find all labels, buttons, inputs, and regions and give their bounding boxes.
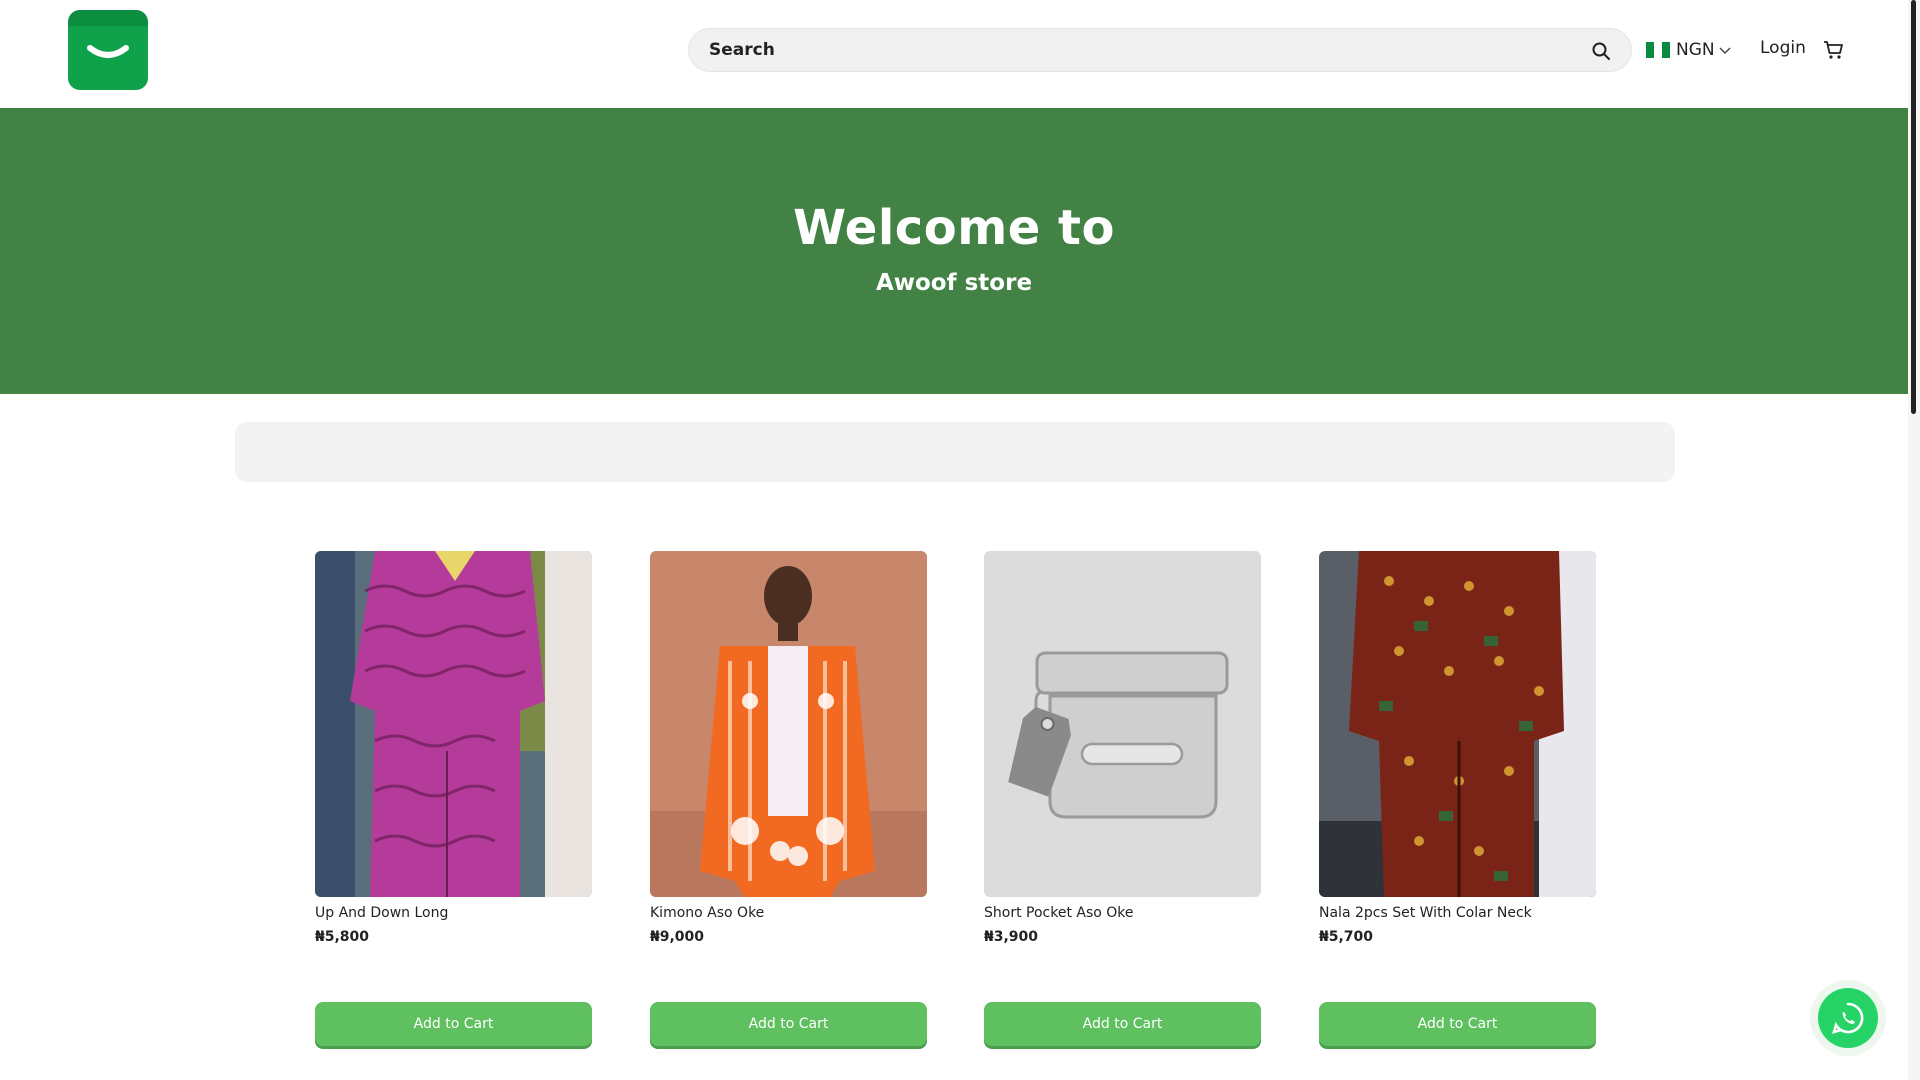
product-image[interactable] bbox=[1319, 551, 1596, 897]
page-scrollbar[interactable] bbox=[1908, 0, 1920, 1080]
product-placeholder-image[interactable] bbox=[984, 551, 1261, 897]
smile-bag-icon bbox=[87, 45, 129, 58]
product-image[interactable] bbox=[650, 551, 927, 897]
hero-title: Welcome to bbox=[793, 200, 1115, 256]
currency-selector[interactable]: NGN bbox=[1646, 38, 1731, 62]
hero-banner: Welcome to Awoof store bbox=[0, 108, 1908, 394]
product-card[interactable]: Kimono Aso Oke ₦9,000 Add to Cart bbox=[650, 551, 927, 1046]
add-to-cart-button[interactable]: Add to Cart bbox=[315, 1002, 592, 1046]
product-card[interactable]: Up And Down Long ₦5,800 Add to Cart bbox=[315, 551, 592, 1046]
product-name[interactable]: Nala 2pcs Set With Colar Neck bbox=[1319, 905, 1596, 921]
chevron-down-icon bbox=[1719, 47, 1731, 54]
login-link[interactable]: Login bbox=[1760, 38, 1806, 58]
scrollbar-thumb[interactable] bbox=[1911, 0, 1916, 414]
product-card[interactable]: Nala 2pcs Set With Colar Neck ₦5,700 Add… bbox=[1319, 551, 1596, 1046]
product-price: ₦9,000 bbox=[650, 929, 705, 945]
product-name[interactable]: Up And Down Long bbox=[315, 905, 592, 921]
product-name[interactable]: Short Pocket Aso Oke bbox=[984, 905, 1261, 921]
product-card[interactable]: Short Pocket Aso Oke ₦3,900 Add to Cart bbox=[984, 551, 1261, 1046]
add-to-cart-button[interactable]: Add to Cart bbox=[1319, 1002, 1596, 1046]
product-placeholder-icon bbox=[984, 551, 1261, 897]
product-price: ₦3,900 bbox=[984, 929, 1039, 945]
category-bar bbox=[235, 422, 1675, 482]
search-bar[interactable] bbox=[688, 28, 1632, 72]
nigeria-flag-icon bbox=[1646, 42, 1670, 58]
hero-subtitle: Awoof store bbox=[875, 270, 1033, 296]
whatsapp-button-circle bbox=[1818, 988, 1878, 1048]
whatsapp-chat-button[interactable] bbox=[1810, 980, 1886, 1056]
search-input[interactable] bbox=[709, 40, 1549, 60]
product-price: ₦5,800 bbox=[315, 929, 370, 945]
search-icon[interactable] bbox=[1591, 41, 1611, 61]
add-to-cart-button[interactable]: Add to Cart bbox=[984, 1002, 1261, 1046]
site-header: NGN Login bbox=[0, 0, 1908, 108]
whatsapp-icon bbox=[1832, 1002, 1864, 1034]
currency-code: NGN bbox=[1676, 40, 1715, 60]
store-logo[interactable] bbox=[68, 10, 148, 90]
product-image[interactable] bbox=[315, 551, 592, 897]
product-name[interactable]: Kimono Aso Oke bbox=[650, 905, 927, 921]
add-to-cart-button[interactable]: Add to Cart bbox=[650, 1002, 927, 1046]
product-price: ₦5,700 bbox=[1319, 929, 1374, 945]
cart-icon[interactable] bbox=[1822, 38, 1846, 62]
